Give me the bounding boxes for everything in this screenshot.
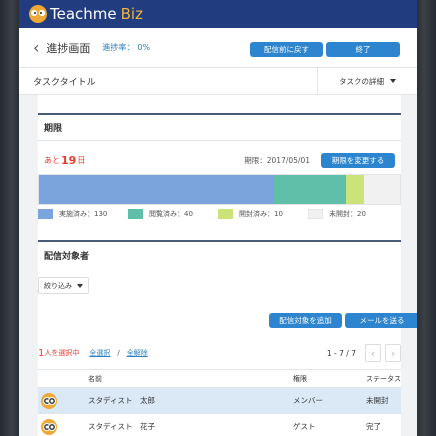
legend-label: 開封済み：10 bbox=[239, 210, 283, 218]
deadline-section: 期限 あと 19 日 期限：2017/05/01 期限を変更する 実施済み：13… bbox=[38, 95, 401, 229]
bar-segment-1 bbox=[39, 175, 274, 204]
progress-value: 0% bbox=[137, 43, 151, 52]
remaining-days: 19 bbox=[61, 153, 77, 167]
return-to-draft-button[interactable]: 配信前に戻す bbox=[250, 42, 323, 57]
legend-swatch bbox=[38, 209, 53, 219]
progress-label: 進捗率： bbox=[102, 43, 135, 52]
legend-label: 閲覧済み：40 bbox=[149, 210, 193, 218]
legend-item: 開封済み：10 bbox=[218, 209, 308, 219]
owl-avatar-icon bbox=[41, 418, 57, 435]
bar-segment-3 bbox=[345, 175, 364, 204]
clear-all-link[interactable]: 全解除 bbox=[127, 348, 148, 358]
row-status: 完了 bbox=[366, 422, 381, 431]
row-name: スタディスト 太郎 bbox=[88, 396, 155, 405]
bar-segment-4 bbox=[363, 175, 400, 204]
selection-row: 1 人を選択中 全選択 / 全解除 1 - 7 / 7 ‹ › bbox=[38, 344, 401, 362]
pagination-text: 1 - 7 / 7 bbox=[326, 348, 356, 358]
table-row[interactable]: スタディスト 花子 ゲスト 完了 bbox=[38, 414, 401, 436]
filter-label: 絞り込み bbox=[44, 281, 72, 290]
selected-text: 人を選択中 bbox=[44, 349, 80, 357]
legend-label: 未開封：20 bbox=[329, 210, 366, 218]
finish-button[interactable]: 終了 bbox=[326, 42, 400, 57]
row-status: 未開封 bbox=[366, 396, 389, 405]
due-date: 期限：2017/05/01 bbox=[244, 155, 310, 165]
deadline-row: あと 19 日 期限：2017/05/01 期限を変更する bbox=[38, 152, 401, 168]
legend-item: 閲覧済み：40 bbox=[128, 209, 218, 219]
row-name: スタディスト 花子 bbox=[88, 422, 155, 431]
send-mail-button[interactable]: メールを送る bbox=[345, 313, 417, 328]
logo[interactable]: Teachme Biz bbox=[29, 5, 143, 23]
legend-label: 実施済み：130 bbox=[59, 210, 108, 218]
select-all-link[interactable]: 全選択 bbox=[89, 348, 110, 358]
logo-biz-text: Biz bbox=[120, 5, 143, 23]
row-role: メンバー bbox=[293, 396, 323, 405]
owl-avatar-icon bbox=[41, 392, 57, 409]
legend-item: 実施済み：130 bbox=[38, 209, 128, 219]
logo-text: Teachme bbox=[50, 5, 117, 23]
chevron-left-icon[interactable]: ‹ bbox=[33, 39, 39, 56]
chevron-left-icon[interactable]: ‹ bbox=[365, 344, 381, 362]
task-row: タスクタイトル タスクの詳細 bbox=[19, 68, 417, 95]
chevron-right-icon[interactable]: › bbox=[385, 344, 401, 362]
app-header: Teachme Biz bbox=[19, 0, 417, 28]
bar-segment-2 bbox=[273, 175, 346, 204]
table-header: 名前 権限 ステータス bbox=[38, 369, 401, 388]
progress-legend: 実施済み：130 閲覧済み：40 開封済み：10 未開封：20 bbox=[38, 209, 401, 219]
column-name: 名前 bbox=[88, 374, 102, 383]
task-detail-label: タスクの詳細 bbox=[339, 76, 384, 86]
progress-stacked-bar bbox=[38, 174, 401, 205]
legend-swatch bbox=[218, 209, 233, 219]
table-row[interactable]: スタディスト 太郎 メンバー 未開封 bbox=[38, 388, 401, 414]
legend-swatch bbox=[128, 209, 143, 219]
caret-down-icon bbox=[390, 79, 396, 83]
task-detail-dropdown[interactable]: タスクの詳細 bbox=[317, 68, 417, 94]
filter-dropdown[interactable]: 絞り込み bbox=[38, 277, 89, 294]
column-status: ステータス bbox=[366, 374, 401, 383]
row-role: ゲスト bbox=[293, 422, 316, 431]
page-toolbar: ‹ 進捗画面 進捗率： 0% 配信前に戻す 終了 bbox=[19, 28, 417, 68]
caret-down-icon bbox=[77, 283, 83, 288]
targets-section: 配信対象者 絞り込み 配信対象を追加 メールを送る 1 人を選択中 全選択 / … bbox=[38, 229, 417, 436]
legend-item: 未開封：20 bbox=[308, 209, 366, 219]
column-role: 権限 bbox=[293, 374, 307, 383]
targets-heading: 配信対象者 bbox=[38, 240, 401, 268]
page-title: 進捗画面 bbox=[46, 41, 91, 55]
change-deadline-button[interactable]: 期限を変更する bbox=[321, 152, 395, 168]
remaining-prefix: あと bbox=[44, 155, 60, 165]
owl-logo-icon bbox=[29, 5, 47, 23]
legend-swatch bbox=[308, 209, 323, 219]
pagination: 1 - 7 / 7 ‹ › bbox=[327, 344, 401, 362]
add-target-button[interactable]: 配信対象を追加 bbox=[269, 313, 342, 328]
separator: / bbox=[117, 349, 120, 357]
app-window: Teachme Biz ‹ 進捗画面 進捗率： 0% 配信前に戻す 終了 タスク… bbox=[19, 0, 417, 436]
remaining-suffix: 日 bbox=[77, 155, 86, 165]
task-title: タスクタイトル bbox=[33, 77, 96, 88]
deadline-heading: 期限 bbox=[38, 113, 401, 141]
